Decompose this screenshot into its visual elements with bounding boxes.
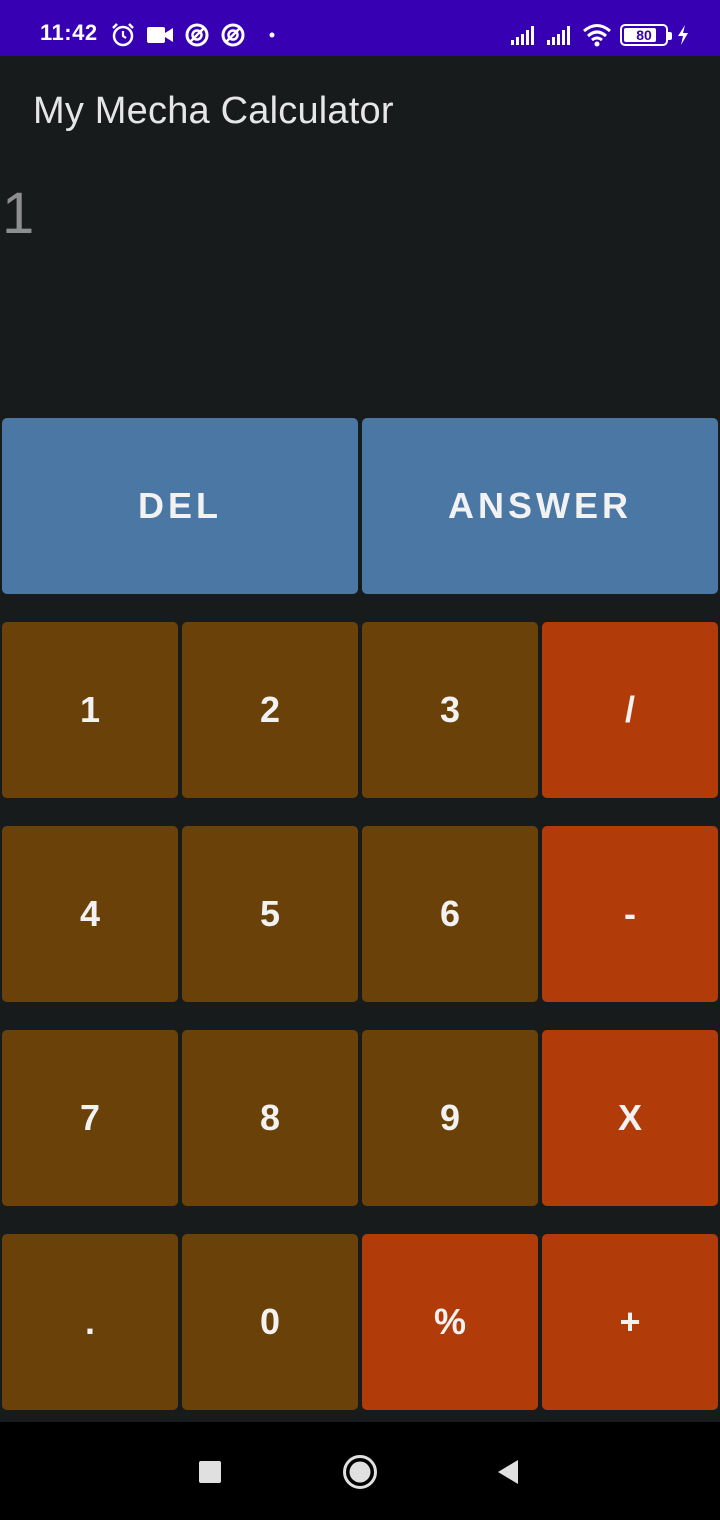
navigation-bar [0,1422,720,1520]
digit-3-button[interactable]: 3 [362,622,538,798]
recents-button[interactable] [194,1456,226,1488]
alarm-icon [112,23,134,47]
recents-icon [199,1461,221,1483]
signal-icon [511,26,534,45]
answer-button[interactable]: ANSWER [362,418,718,594]
calculator-display: 1 [2,181,35,246]
digit-4-button[interactable]: 4 [2,826,178,1002]
back-icon [498,1460,518,1484]
del-button[interactable]: DEL [2,418,358,594]
status-icons-right: 80 [510,20,690,50]
battery-icon: 80 [620,24,672,46]
digit-5-button[interactable]: 5 [182,826,358,1002]
plus-button[interactable]: + [542,1234,718,1410]
status-icons-left [110,18,280,52]
home-icon [343,1455,377,1489]
digit-8-button[interactable]: 8 [182,1030,358,1206]
decimal-point-button[interactable]: . [2,1234,178,1410]
digit-6-button[interactable]: 6 [362,826,538,1002]
digit-1-button[interactable]: 1 [2,622,178,798]
charging-icon [678,25,688,45]
battery-nub [668,32,672,40]
digit-0-button[interactable]: 0 [182,1234,358,1410]
battery-level: 80 [636,27,652,43]
back-button[interactable] [492,1456,524,1488]
divide-button[interactable]: / [542,622,718,798]
home-button[interactable] [342,1454,378,1490]
sync-icon [185,23,209,47]
video-camera-icon [147,27,173,43]
percent-button[interactable]: % [362,1234,538,1410]
status-bar: 11:42 80 [0,0,720,56]
signal-icon [547,26,570,45]
dot-icon [269,32,275,38]
sync-icon [221,23,245,47]
minus-button[interactable]: - [542,826,718,1002]
app-title: My Mecha Calculator [33,90,394,132]
digit-9-button[interactable]: 9 [362,1030,538,1206]
digit-7-button[interactable]: 7 [2,1030,178,1206]
wifi-icon [583,24,611,47]
multiply-button[interactable]: X [542,1030,718,1206]
digit-2-button[interactable]: 2 [182,622,358,798]
status-time: 11:42 [40,20,98,45]
